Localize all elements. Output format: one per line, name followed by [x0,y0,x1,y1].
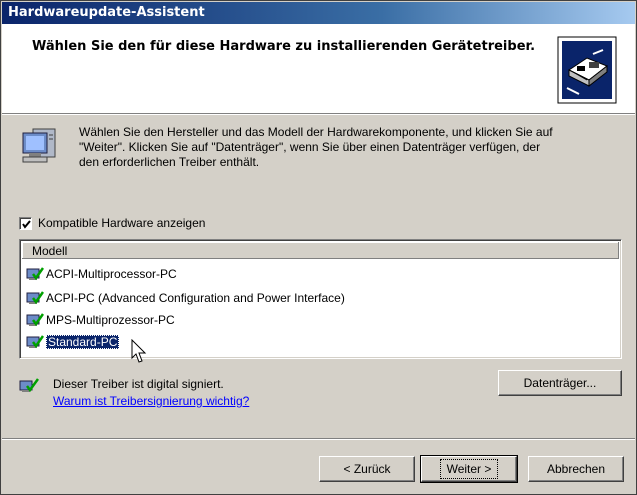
button-separator [2,438,635,440]
next-button-label: Weiter > [439,459,499,479]
header-divider [2,114,635,115]
list-item-acpi-pc[interactable]: ACPI-PC (Advanced Configuration and Powe… [26,288,345,307]
disk-button-label: Datenträger... [523,376,597,390]
back-button-label: < Zurück [343,462,391,476]
signature-info-link[interactable]: Warum ist Treibersignierung wichtig? [53,394,249,408]
list-item-label: ACPI-Multiprocessor-PC [46,266,177,281]
wizard-window: Hardwareupdate-Assistent Wählen Sie den … [0,0,637,495]
list-item-mps-multiprocessor[interactable]: MPS-Multiprozessor-PC [26,310,175,329]
compatible-hardware-label[interactable]: Kompatible Hardware anzeigen [38,216,205,230]
computer-monitor-icon [22,128,56,163]
next-button[interactable]: Weiter > [420,455,518,483]
computer-driver-check-icon [26,290,44,304]
intro-line-1: Wählen Sie den Hersteller und das Modell… [79,125,553,139]
computer-driver-check-icon [26,334,44,348]
checkmark-icon [22,219,31,229]
window-title: Hardwareupdate-Assistent [2,2,635,24]
model-column-header[interactable]: Modell [22,242,619,259]
list-item-standard-pc[interactable]: Standard-PC [26,332,120,351]
computer-driver-check-icon [26,266,44,280]
list-item-label: MPS-Multiprozessor-PC [46,312,175,327]
header-title: Wählen Sie den für diese Hardware zu ins… [32,39,536,54]
compatible-hardware-checkbox[interactable] [19,216,32,230]
model-listbox[interactable]: Modell ACPI-Multiprocessor-PC ACPI-PC (A… [19,239,622,359]
mouse-pointer-icon [131,339,147,363]
list-item-label: ACPI-PC (Advanced Configuration and Powe… [46,290,345,305]
cancel-button-label: Abbrechen [546,462,606,476]
intro-text: Wählen Sie den Hersteller und das Modell… [79,125,624,170]
hardware-card-icon [557,36,617,104]
back-button[interactable]: < Zurück [319,456,415,482]
disk-button[interactable]: Datenträger... [498,370,622,396]
list-item-acpi-multiprocessor[interactable]: ACPI-Multiprocessor-PC [26,264,177,283]
wizard-header: Wählen Sie den für diese Hardware zu ins… [2,24,635,114]
driver-signed-icon [19,378,39,393]
computer-driver-check-icon [26,312,44,326]
signature-status: Dieser Treiber ist digital signiert. [53,377,224,391]
compatible-hardware-option[interactable]: Kompatible Hardware anzeigen [19,216,205,230]
cancel-button[interactable]: Abbrechen [528,456,624,482]
intro-line-2: "Weiter". Klicken Sie auf "Datenträger",… [79,140,541,154]
intro-line-3: den erforderlichen Treiber enthält. [79,155,260,169]
list-item-label: Standard-PC [46,334,120,349]
